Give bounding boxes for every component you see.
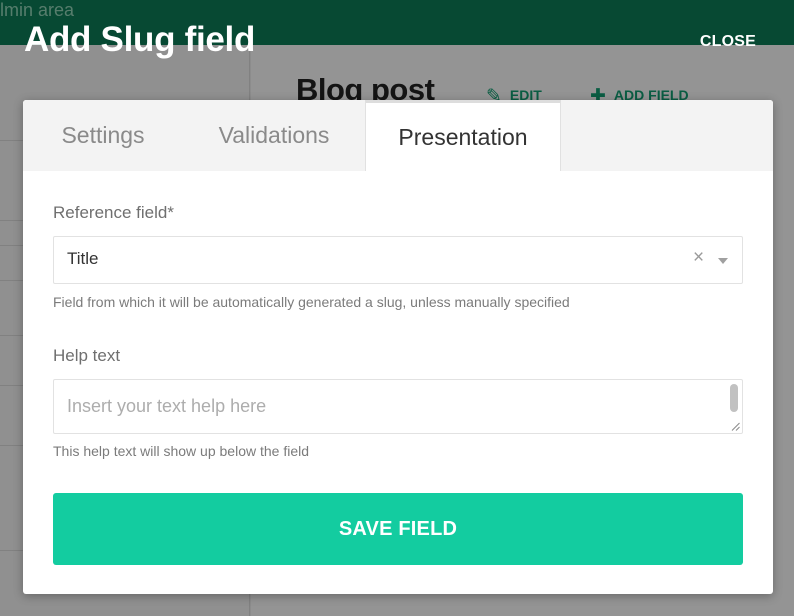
chevron-down-icon[interactable] — [718, 258, 728, 264]
modal-title: Add Slug field — [24, 20, 256, 59]
resize-grip-icon[interactable] — [731, 422, 740, 431]
close-icon[interactable]: × — [693, 248, 704, 267]
tab-settings[interactable]: Settings — [23, 100, 183, 171]
textarea-scrollbar[interactable] — [730, 384, 738, 412]
close-button[interactable]: CLOSE — [700, 33, 756, 51]
reference-field-hint: Field from which it will be automaticall… — [53, 294, 570, 310]
save-field-button[interactable]: SAVE FIELD — [53, 493, 743, 565]
help-text-hint: This help text will show up below the fi… — [53, 443, 310, 459]
help-text-input[interactable] — [54, 380, 742, 433]
reference-field-value: Title — [67, 249, 99, 268]
reference-field-label: Reference field* — [53, 203, 174, 222]
tab-presentation[interactable]: Presentation — [365, 100, 561, 171]
reference-field-select[interactable]: Title × — [53, 236, 743, 284]
tab-bar: Settings Validations Presentation — [23, 100, 773, 171]
help-text-field[interactable] — [53, 379, 743, 434]
help-text-label: Help text — [53, 346, 121, 365]
tab-validations[interactable]: Validations — [183, 100, 365, 171]
modal-dialog: Settings Validations Presentation Refere… — [23, 100, 773, 594]
